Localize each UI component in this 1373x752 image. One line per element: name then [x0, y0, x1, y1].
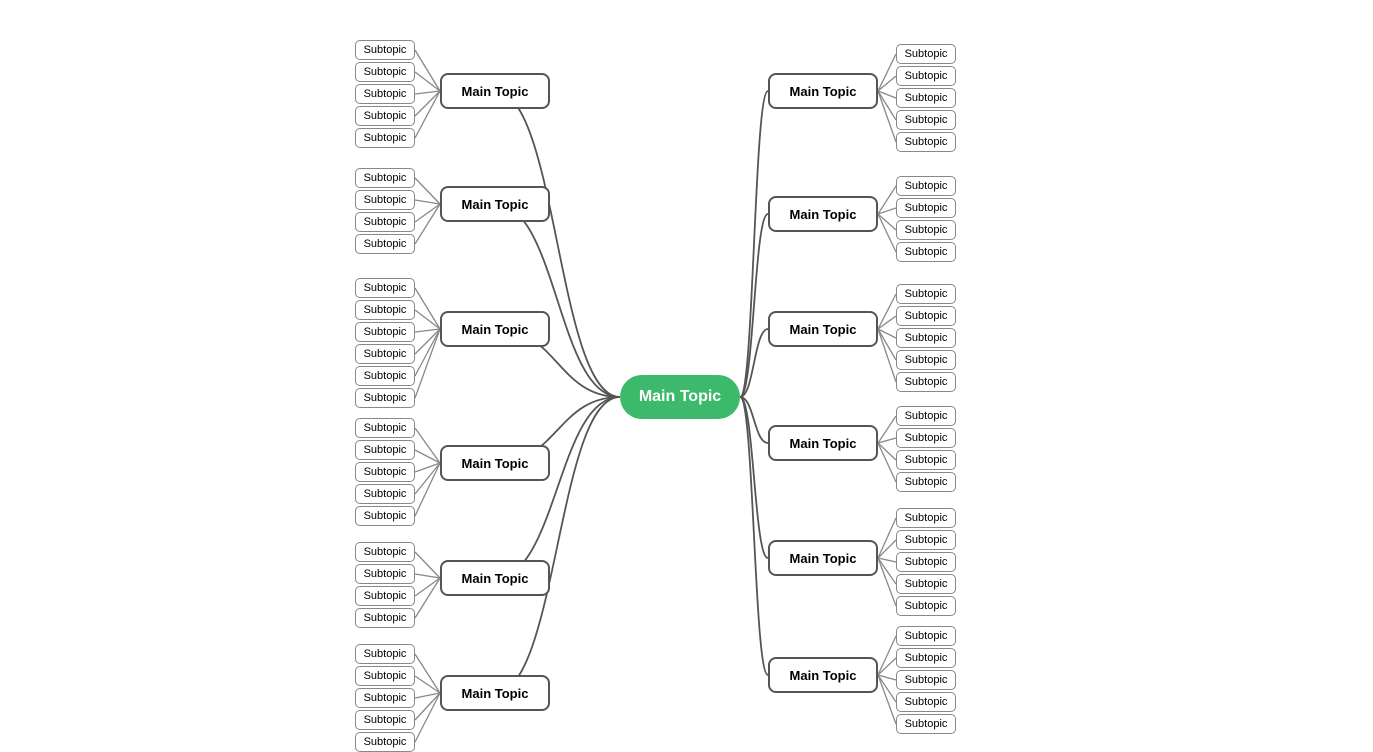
- left-subtopic-0-2[interactable]: Subtopic: [355, 84, 415, 104]
- right-subtopic-2-2[interactable]: Subtopic: [896, 328, 956, 348]
- left-subtopic-0-3[interactable]: Subtopic: [355, 106, 415, 126]
- right-subtopic-3-0[interactable]: Subtopic: [896, 406, 956, 426]
- right-subtopic-0-2[interactable]: Subtopic: [896, 88, 956, 108]
- left-subtopic-5-2[interactable]: Subtopic: [355, 688, 415, 708]
- right-subtopic-4-4[interactable]: Subtopic: [896, 596, 956, 616]
- right-subtopic-3-3[interactable]: Subtopic: [896, 472, 956, 492]
- right-subtopic-5-1[interactable]: Subtopic: [896, 648, 956, 668]
- right-main-topic-2[interactable]: Main Topic: [768, 311, 878, 347]
- right-subtopic-1-1[interactable]: Subtopic: [896, 198, 956, 218]
- left-subtopic-0-1[interactable]: Subtopic: [355, 62, 415, 82]
- left-subtopic-5-4[interactable]: Subtopic: [355, 732, 415, 752]
- left-subtopic-4-0[interactable]: Subtopic: [355, 542, 415, 562]
- right-subtopic-2-4[interactable]: Subtopic: [896, 372, 956, 392]
- right-subtopic-5-0[interactable]: Subtopic: [896, 626, 956, 646]
- right-main-topic-4[interactable]: Main Topic: [768, 540, 878, 576]
- left-main-topic-3[interactable]: Main Topic: [440, 445, 550, 481]
- right-subtopic-0-4[interactable]: Subtopic: [896, 132, 956, 152]
- left-subtopic-2-1[interactable]: Subtopic: [355, 300, 415, 320]
- left-subtopic-4-1[interactable]: Subtopic: [355, 564, 415, 584]
- left-main-topic-1[interactable]: Main Topic: [440, 186, 550, 222]
- right-subtopic-1-2[interactable]: Subtopic: [896, 220, 956, 240]
- left-subtopic-2-2[interactable]: Subtopic: [355, 322, 415, 342]
- left-subtopic-3-2[interactable]: Subtopic: [355, 462, 415, 482]
- left-subtopic-2-4[interactable]: Subtopic: [355, 366, 415, 386]
- left-subtopic-1-1[interactable]: Subtopic: [355, 190, 415, 210]
- left-subtopic-1-0[interactable]: Subtopic: [355, 168, 415, 188]
- left-subtopic-0-4[interactable]: Subtopic: [355, 128, 415, 148]
- left-main-topic-0[interactable]: Main Topic: [440, 73, 550, 109]
- left-subtopic-5-0[interactable]: Subtopic: [355, 644, 415, 664]
- right-main-topic-3[interactable]: Main Topic: [768, 425, 878, 461]
- left-subtopic-3-4[interactable]: Subtopic: [355, 506, 415, 526]
- right-subtopic-4-2[interactable]: Subtopic: [896, 552, 956, 572]
- left-subtopic-1-2[interactable]: Subtopic: [355, 212, 415, 232]
- left-subtopic-5-1[interactable]: Subtopic: [355, 666, 415, 686]
- right-subtopic-4-3[interactable]: Subtopic: [896, 574, 956, 594]
- left-main-topic-5[interactable]: Main Topic: [440, 675, 550, 711]
- left-subtopic-2-5[interactable]: Subtopic: [355, 388, 415, 408]
- right-subtopic-2-1[interactable]: Subtopic: [896, 306, 956, 326]
- right-subtopic-4-1[interactable]: Subtopic: [896, 530, 956, 550]
- right-subtopic-4-0[interactable]: Subtopic: [896, 508, 956, 528]
- right-main-topic-0[interactable]: Main Topic: [768, 73, 878, 109]
- left-main-topic-2[interactable]: Main Topic: [440, 311, 550, 347]
- right-subtopic-1-3[interactable]: Subtopic: [896, 242, 956, 262]
- left-subtopic-4-2[interactable]: Subtopic: [355, 586, 415, 606]
- left-subtopic-2-3[interactable]: Subtopic: [355, 344, 415, 364]
- left-subtopic-4-3[interactable]: Subtopic: [355, 608, 415, 628]
- left-subtopic-0-0[interactable]: Subtopic: [355, 40, 415, 60]
- right-subtopic-5-4[interactable]: Subtopic: [896, 714, 956, 734]
- left-subtopic-3-3[interactable]: Subtopic: [355, 484, 415, 504]
- mindmap-container: Main TopicMain TopicSubtopicSubtopicSubt…: [0, 0, 1373, 750]
- right-subtopic-0-0[interactable]: Subtopic: [896, 44, 956, 64]
- right-subtopic-2-3[interactable]: Subtopic: [896, 350, 956, 370]
- right-subtopic-2-0[interactable]: Subtopic: [896, 284, 956, 304]
- right-main-topic-1[interactable]: Main Topic: [768, 196, 878, 232]
- right-subtopic-1-0[interactable]: Subtopic: [896, 176, 956, 196]
- right-subtopic-5-2[interactable]: Subtopic: [896, 670, 956, 690]
- left-subtopic-5-3[interactable]: Subtopic: [355, 710, 415, 730]
- left-subtopic-3-1[interactable]: Subtopic: [355, 440, 415, 460]
- left-subtopic-2-0[interactable]: Subtopic: [355, 278, 415, 298]
- left-main-topic-4[interactable]: Main Topic: [440, 560, 550, 596]
- right-subtopic-3-1[interactable]: Subtopic: [896, 428, 956, 448]
- center-main-topic[interactable]: Main Topic: [620, 375, 740, 419]
- right-main-topic-5[interactable]: Main Topic: [768, 657, 878, 693]
- right-subtopic-0-1[interactable]: Subtopic: [896, 66, 956, 86]
- right-subtopic-5-3[interactable]: Subtopic: [896, 692, 956, 712]
- right-subtopic-0-3[interactable]: Subtopic: [896, 110, 956, 130]
- left-subtopic-3-0[interactable]: Subtopic: [355, 418, 415, 438]
- left-subtopic-1-3[interactable]: Subtopic: [355, 234, 415, 254]
- right-subtopic-3-2[interactable]: Subtopic: [896, 450, 956, 470]
